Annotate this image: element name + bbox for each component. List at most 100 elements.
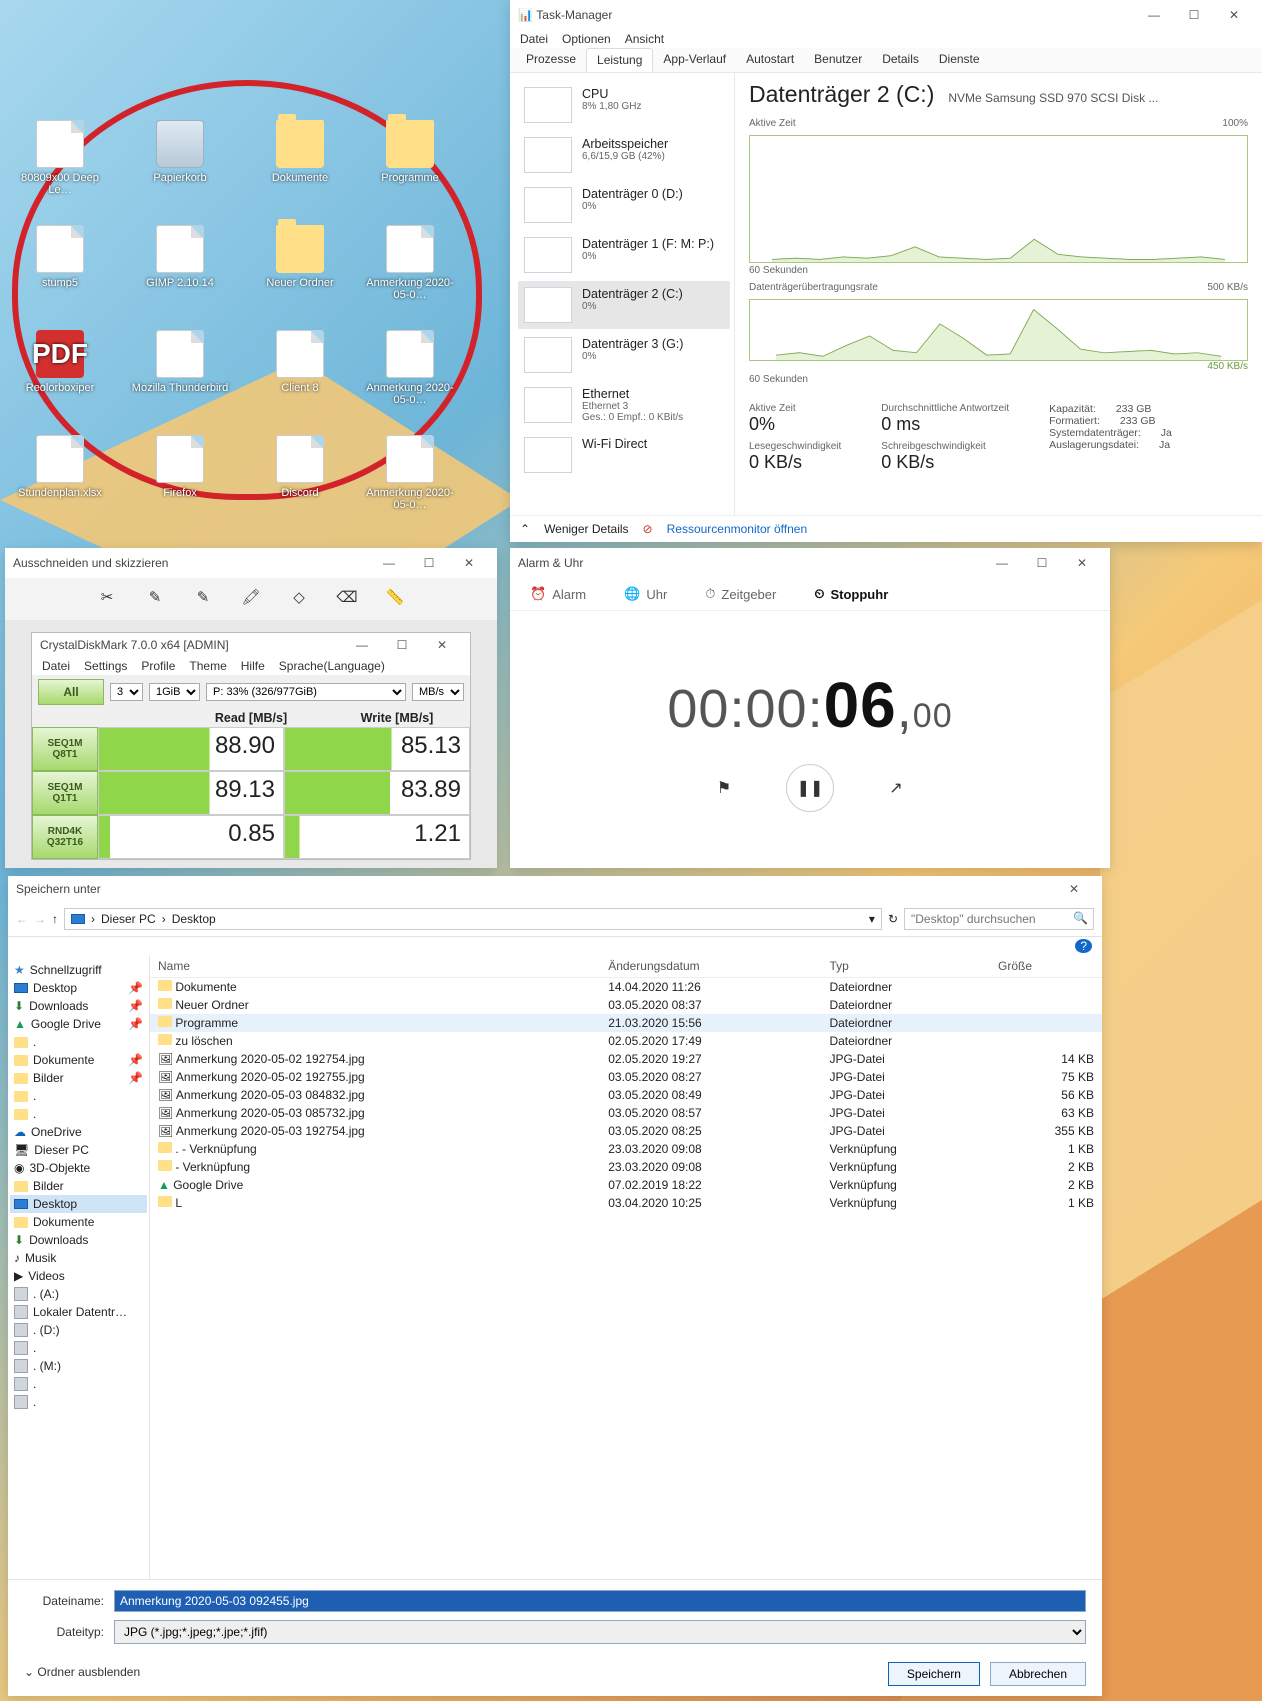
tab[interactable]: Autostart bbox=[736, 48, 804, 72]
resource-tile[interactable]: CPU8% 1,80 GHz bbox=[518, 81, 730, 129]
tab[interactable]: Benutzer bbox=[804, 48, 872, 72]
file-list[interactable]: NameÄnderungsdatumTypGröße Dokumente14.0… bbox=[150, 955, 1102, 1579]
desktop-icon[interactable]: Stundenplan.xlsx bbox=[10, 435, 110, 499]
tab[interactable]: Details bbox=[872, 48, 929, 72]
forward-button[interactable]: → bbox=[34, 912, 46, 926]
close-button[interactable]: ✕ bbox=[1054, 875, 1094, 903]
lap-button[interactable]: ⚑ bbox=[706, 770, 742, 806]
resource-tile[interactable]: EthernetEthernet 3Ges.: 0 Empf.: 0 KBit/… bbox=[518, 381, 730, 429]
minimize-button[interactable]: — bbox=[369, 549, 409, 577]
up-button[interactable]: ↑ bbox=[52, 912, 58, 926]
desktop-icon[interactable]: 80809x00 Deep Le… bbox=[10, 120, 110, 196]
file-row[interactable]: 🖼 Anmerkung 2020-05-02 192755.jpg03.05.2… bbox=[150, 1068, 1102, 1086]
tab[interactable]: Prozesse bbox=[516, 48, 586, 72]
tree-node[interactable]: . (D:) bbox=[10, 1321, 147, 1339]
desktop-icon[interactable]: Client 8 bbox=[250, 330, 350, 394]
desktop-icon[interactable]: PDFReolorboxiper bbox=[10, 330, 110, 394]
close-button[interactable]: ✕ bbox=[449, 549, 489, 577]
filetype-select[interactable]: JPG (*.jpg;*.jpeg;*.jpe;*.jfif) bbox=[114, 1620, 1086, 1644]
minimize-button[interactable]: — bbox=[342, 631, 382, 659]
titlebar[interactable]: 📊 Task-Manager — ☐ ✕ bbox=[510, 0, 1262, 30]
tree-node[interactable]: . (M:) bbox=[10, 1357, 147, 1375]
tree-node[interactable]: Desktop bbox=[10, 1195, 147, 1213]
test-button[interactable]: SEQ1M Q8T1 bbox=[32, 727, 98, 771]
menu-item[interactable]: Settings bbox=[84, 659, 127, 673]
menu-item[interactable]: Hilfe bbox=[241, 659, 265, 673]
tree-node[interactable]: ▲Google Drive📌 bbox=[10, 1015, 147, 1033]
desktop-icon[interactable]: Anmerkung 2020-05-0… bbox=[360, 435, 460, 511]
desktop-icon[interactable]: Anmerkung 2020-05-0… bbox=[360, 225, 460, 301]
desktop-icon[interactable]: stump5 bbox=[10, 225, 110, 289]
tab[interactable]: 🌐Uhr bbox=[624, 586, 667, 602]
fewer-details[interactable]: Weniger Details bbox=[544, 522, 628, 536]
file-row[interactable]: 🖼 Anmerkung 2020-05-03 192754.jpg03.05.2… bbox=[150, 1122, 1102, 1140]
tree-node[interactable]: ◉3D-Objekte bbox=[10, 1159, 147, 1177]
tree-node[interactable]: Bilder bbox=[10, 1177, 147, 1195]
chevron-up-icon[interactable]: ⌃ bbox=[520, 522, 530, 536]
column-header[interactable]: Änderungsdatum bbox=[600, 955, 821, 978]
hide-folders[interactable]: ⌄ Ordner ausblenden bbox=[24, 1659, 140, 1679]
desktop-icon[interactable]: Neuer Ordner bbox=[250, 225, 350, 289]
file-row[interactable]: zu löschen02.05.2020 17:49Dateiordner bbox=[150, 1032, 1102, 1050]
file-row[interactable]: . - Verknüpfung23.03.2020 09:08Verknüpfu… bbox=[150, 1140, 1102, 1158]
tree-node[interactable]: Desktop📌 bbox=[10, 979, 147, 997]
column-header[interactable]: Name bbox=[150, 955, 600, 978]
tool-icon[interactable]: ✎ bbox=[192, 586, 214, 608]
tree-node[interactable]: ★Schnellzugriff bbox=[10, 961, 147, 979]
test-button[interactable]: RND4K Q32T16 bbox=[32, 815, 98, 859]
tool-icon[interactable]: ◇ bbox=[288, 586, 310, 608]
file-row[interactable]: ▲ Google Drive07.02.2019 18:22Verknüpfun… bbox=[150, 1176, 1102, 1194]
close-button[interactable]: ✕ bbox=[1062, 549, 1102, 577]
tab[interactable]: ⏲Stoppuhr bbox=[814, 586, 888, 602]
tabbar[interactable]: ProzesseLeistungApp-VerlaufAutostartBenu… bbox=[510, 48, 1262, 73]
column-header[interactable]: Größe bbox=[990, 955, 1102, 978]
desktop-icon[interactable]: Programme bbox=[360, 120, 460, 184]
resource-tile[interactable]: Datenträger 3 (G:)0% bbox=[518, 331, 730, 379]
tree-node[interactable]: . bbox=[10, 1393, 147, 1411]
desktop-icon[interactable]: Anmerkung 2020-05-0… bbox=[360, 330, 460, 406]
filename-input[interactable] bbox=[114, 1590, 1086, 1612]
tree-node[interactable]: ⬇Downloads📌 bbox=[10, 997, 147, 1015]
tree-node[interactable]: 🖥Dieser PC bbox=[10, 1141, 147, 1159]
file-row[interactable]: Programme21.03.2020 15:56Dateiordner bbox=[150, 1014, 1102, 1032]
desktop-icon[interactable]: GIMP 2.10.14 bbox=[130, 225, 230, 289]
file-row[interactable]: 🖼 Anmerkung 2020-05-03 085732.jpg03.05.2… bbox=[150, 1104, 1102, 1122]
tab[interactable]: ⏱Zeitgeber bbox=[705, 586, 776, 602]
tree-node[interactable]: ☁OneDrive bbox=[10, 1123, 147, 1141]
tree-node[interactable]: Dokumente📌 bbox=[10, 1051, 147, 1069]
tree-node[interactable]: . bbox=[10, 1339, 147, 1357]
menu-item[interactable]: Sprache(Language) bbox=[279, 659, 385, 673]
expand-button[interactable]: ↗ bbox=[878, 770, 914, 806]
tree-node[interactable]: ⬇Downloads bbox=[10, 1231, 147, 1249]
desktop-icon[interactable]: Dokumente bbox=[250, 120, 350, 184]
tab[interactable]: ⏰Alarm bbox=[530, 586, 586, 602]
tree-node[interactable]: Lokaler Datentr… bbox=[10, 1303, 147, 1321]
tool-icon[interactable]: ✎ bbox=[144, 586, 166, 608]
pause-button[interactable]: ❚❚ bbox=[786, 764, 834, 812]
file-row[interactable]: L03.04.2020 10:25Verknüpfung1 KB bbox=[150, 1194, 1102, 1212]
test-button[interactable]: SEQ1M Q1T1 bbox=[32, 771, 98, 815]
menu-item[interactable]: Optionen bbox=[562, 32, 611, 46]
tab[interactable]: Dienste bbox=[929, 48, 990, 72]
tab[interactable]: Leistung bbox=[586, 48, 653, 72]
tab[interactable]: App-Verlauf bbox=[653, 48, 736, 72]
file-row[interactable]: Dokumente14.04.2020 11:26Dateiordner bbox=[150, 978, 1102, 997]
desktop-icon[interactable]: Discord bbox=[250, 435, 350, 499]
cancel-button[interactable]: Abbrechen bbox=[990, 1662, 1086, 1686]
file-row[interactable]: Neuer Ordner03.05.2020 08:37Dateiordner bbox=[150, 996, 1102, 1014]
tool-row[interactable]: ✂✎✎🖍◇⌫📏 bbox=[5, 578, 497, 620]
menu-item[interactable]: Datei bbox=[42, 659, 70, 673]
file-row[interactable]: 🖼 Anmerkung 2020-05-03 084832.jpg03.05.2… bbox=[150, 1086, 1102, 1104]
resource-tile[interactable]: Datenträger 1 (F: M: P:)0% bbox=[518, 231, 730, 279]
refresh-button[interactable]: ↻ bbox=[888, 912, 898, 926]
minimize-button[interactable]: — bbox=[1134, 1, 1174, 29]
column-header[interactable]: Typ bbox=[821, 955, 990, 978]
help-icon[interactable]: ? bbox=[1075, 939, 1092, 953]
resource-monitor-link[interactable]: Ressourcenmonitor öffnen bbox=[667, 522, 808, 536]
menubar[interactable]: DateiOptionenAnsicht bbox=[510, 30, 1262, 48]
tree-node[interactable]: . bbox=[10, 1105, 147, 1123]
tree-node[interactable]: Bilder📌 bbox=[10, 1069, 147, 1087]
run-all-button[interactable]: All bbox=[38, 679, 104, 705]
save-button[interactable]: Speichern bbox=[888, 1662, 980, 1686]
desktop-icon[interactable]: Mozilla Thunderbird bbox=[130, 330, 230, 394]
